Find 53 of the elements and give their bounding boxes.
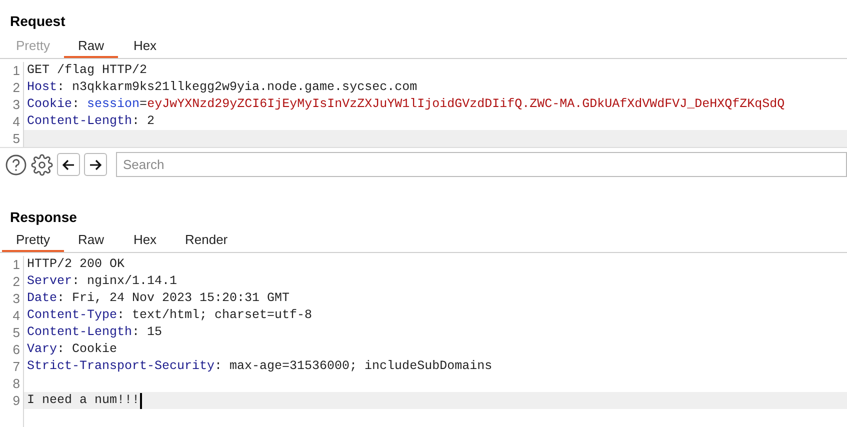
panel-title: Request [9, 12, 66, 31]
panel-title: Response [9, 208, 78, 227]
code-text: eyJwYXNzd29yZCI6IjEyMyIsInVzZXJuYW1lIjoidGVzdDIifQ.ZWC-MA.GDkUAfXdVWdFVJ_DeHXQfZKqSdQ [147, 96, 785, 113]
left-arrow-icon [62, 158, 75, 170]
code-text: : n3qkkarm9ks21llkegg2w9yia.node.game.sycsec.com [57, 79, 418, 96]
line-number: 4 [12, 307, 21, 324]
code-text: : text/html; charset=utf-8 [117, 307, 312, 324]
code-text: Server [27, 273, 72, 290]
line-number: 7 [12, 358, 21, 375]
code-text: Content-Type [27, 307, 118, 324]
line-number: 3 [12, 290, 21, 307]
code-text: Cookie [27, 96, 72, 113]
code-text: Host [27, 79, 58, 96]
code-text: : max-age=31536000; includeSubDomains [214, 358, 492, 375]
right-arrow-icon [89, 158, 102, 170]
line-number: 1 [12, 256, 21, 273]
code-text: : Cookie [57, 341, 118, 358]
line-number: 2 [12, 79, 21, 96]
code-text: session [87, 96, 140, 113]
code-text: : Fri, 24 Nov 2023 15:20:31 GMT [57, 290, 290, 307]
line-number: 5 [12, 130, 21, 147]
help-icon[interactable] [5, 154, 27, 176]
code-text: HTTP/2 200 OK [27, 256, 125, 273]
code-text: = [140, 96, 148, 113]
forward-button[interactable] [84, 153, 107, 176]
code-text: : [72, 96, 81, 113]
code-text: I need a num!!! [27, 392, 140, 409]
back-button[interactable] [57, 153, 80, 176]
line-number: 4 [12, 113, 21, 130]
view-tab[interactable]: Hex [118, 36, 172, 58]
view-tab[interactable]: Raw [64, 36, 118, 58]
line-number: 3 [12, 96, 21, 113]
line-number: 6 [12, 341, 21, 358]
view-tab[interactable]: Hex [118, 230, 172, 252]
line-number: 5 [12, 324, 21, 341]
code-text: Content-Length [27, 324, 132, 341]
code-text: Strict-Transport-Security [27, 358, 215, 375]
code-text: Date [27, 290, 58, 307]
line-number: 1 [12, 62, 21, 79]
code-text: Content-Length [27, 113, 132, 130]
view-tab[interactable]: Raw [64, 230, 118, 252]
code-text: : 15 [132, 324, 162, 341]
view-tab[interactable]: Pretty [2, 230, 64, 252]
line-number: 2 [12, 273, 21, 290]
search-field[interactable]: Search [116, 152, 847, 177]
line-number: 9 [12, 392, 21, 409]
code-text: : 2 [132, 113, 155, 130]
code-text: Vary [27, 341, 58, 358]
code-text: GET /flag HTTP/2 [27, 62, 148, 79]
code-text: : nginx/1.14.1 [72, 273, 178, 290]
line-number: 8 [12, 375, 21, 392]
view-tab[interactable]: Render [172, 230, 241, 252]
settings-icon[interactable] [31, 154, 53, 176]
